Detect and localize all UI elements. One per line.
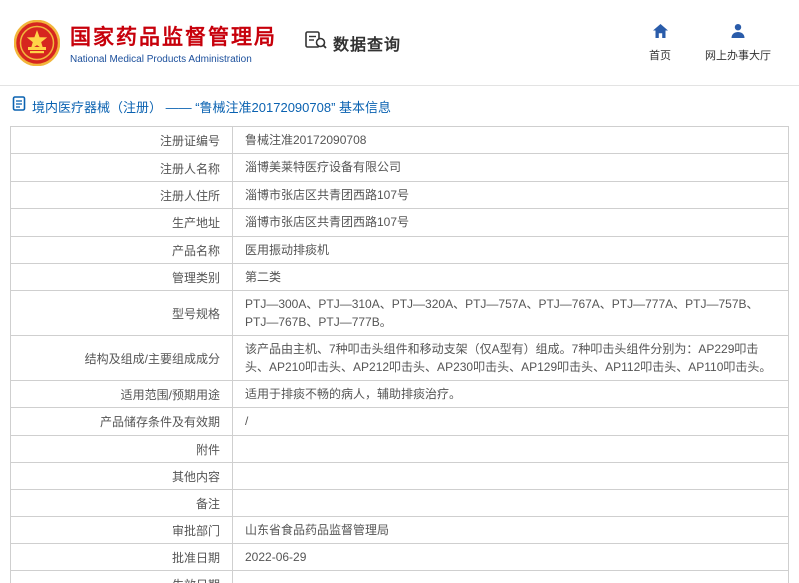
table-row: 产品储存条件及有效期 / (11, 408, 788, 436)
row-value: 淄博美莱特医疗设备有限公司 (245, 160, 402, 175)
table-row: 审批部门 山东省食品药品监督管理局 (11, 516, 788, 545)
row-value (233, 571, 788, 583)
row-value: 淄博市张店区共青团西路107号 (245, 187, 410, 202)
nav-service-hall-label: 网上办事大厅 (705, 49, 771, 62)
row-value (233, 463, 788, 489)
row-value: 2022-06-29 (245, 550, 307, 565)
table-row: 产品名称 医用振动排痰机 (11, 236, 788, 264)
nav-home[interactable]: 首页 (649, 23, 671, 63)
table-row: 注册人名称 淄博美莱特医疗设备有限公司 (11, 154, 788, 182)
row-label: 生效日期 (11, 571, 233, 583)
table-row: 备注 (11, 489, 788, 517)
row-value: 鲁械注准20172090708 (245, 133, 367, 147)
breadcrumb: 境内医疗器械（注册） —— “鲁械注准20172090708” 基本信息 (0, 86, 799, 124)
agency-subtitle: National Medical Products Administration (70, 53, 252, 65)
table-row: 注册人住所 淄博市张店区共青团西路107号 (11, 181, 788, 210)
row-label: 其他内容 (11, 462, 233, 489)
row-value (233, 436, 788, 462)
row-label: 附件 (11, 435, 233, 462)
page-header: 国家药品监督管理局 National Medical Products Admi… (0, 0, 799, 86)
row-value: 医用振动排痰机 (245, 242, 330, 257)
agency-brand: 国家药品监督管理局 National Medical Products Admi… (13, 19, 277, 66)
row-label: 注册证编号 (11, 127, 233, 154)
row-value: 第二类 (245, 269, 282, 284)
row-value (233, 490, 788, 516)
breadcrumb-text: 境内医疗器械（注册） —— “鲁械注准20172090708” 基本信息 (32, 99, 392, 115)
row-label: 型号规格 (11, 291, 233, 336)
row-label: 结构及组成/主要组成成分 (11, 336, 233, 380)
row-label: 注册人住所 (11, 181, 233, 209)
table-row: 适用范围/预期用途 适用于排痰不畅的病人，辅助排痰治疗。 (11, 380, 788, 409)
home-icon (652, 23, 669, 44)
row-label: 产品名称 (11, 236, 233, 263)
table-row: 管理类别 第二类 (11, 263, 788, 292)
table-row: 结构及组成/主要组成成分 该产品由主机、7种叩击头组件和移动支架（仅A型有）组成。… (11, 336, 788, 381)
table-row: 注册证编号 鲁械注准20172090708 (11, 127, 788, 155)
table-row: 型号规格 PTJ—300A、PTJ—310A、PTJ—320A、PTJ—757A、… (11, 291, 788, 337)
row-label: 注册人名称 (11, 154, 233, 181)
row-label: 审批部门 (11, 516, 233, 544)
nav-home-label: 首页 (649, 49, 671, 62)
table-row: 生效日期 (11, 571, 788, 583)
row-label: 批准日期 (11, 544, 233, 571)
row-value: 该产品由主机、7种叩击头组件和移动支架（仅A型有）组成。7种叩击头组件分别为：A… (245, 342, 772, 374)
row-value: 山东省食品药品监督管理局 (245, 522, 390, 537)
section-title: 数据查询 (333, 36, 402, 54)
row-label: 适用范围/预期用途 (11, 380, 233, 408)
table-row: 生产地址 淄博市张店区共青团西路107号 (11, 209, 788, 237)
table-row: 其他内容 (11, 462, 788, 490)
row-value: 适用于排痰不畅的病人，辅助排痰治疗。 (245, 386, 462, 401)
row-value: PTJ—300A、PTJ—310A、PTJ—320A、PTJ—757A、PTJ—… (245, 297, 759, 329)
national-emblem-icon (13, 19, 61, 66)
agency-title: 国家药品监督管理局 (70, 25, 277, 49)
row-label: 管理类别 (11, 263, 233, 291)
row-label: 产品储存条件及有效期 (11, 408, 233, 435)
registration-detail-table: 注册证编号 鲁械注准20172090708 注册人名称 淄博美莱特医疗设备有限公司 … (10, 126, 789, 583)
table-row: 批准日期 2022-06-29 (11, 544, 788, 572)
data-query-section: 数据查询 (305, 30, 401, 55)
top-nav: 首页 网上办事大厅 (649, 23, 785, 63)
row-label: 备注 (11, 489, 233, 516)
row-label: 生产地址 (11, 209, 233, 236)
doc-icon (12, 96, 26, 116)
data-query-icon (305, 30, 327, 55)
row-value: 淄博市张店区共青团西路107号 (245, 215, 410, 230)
person-icon (730, 23, 746, 44)
row-value: / (245, 414, 249, 429)
nav-service-hall[interactable]: 网上办事大厅 (705, 23, 771, 63)
table-row: 附件 (11, 435, 788, 463)
